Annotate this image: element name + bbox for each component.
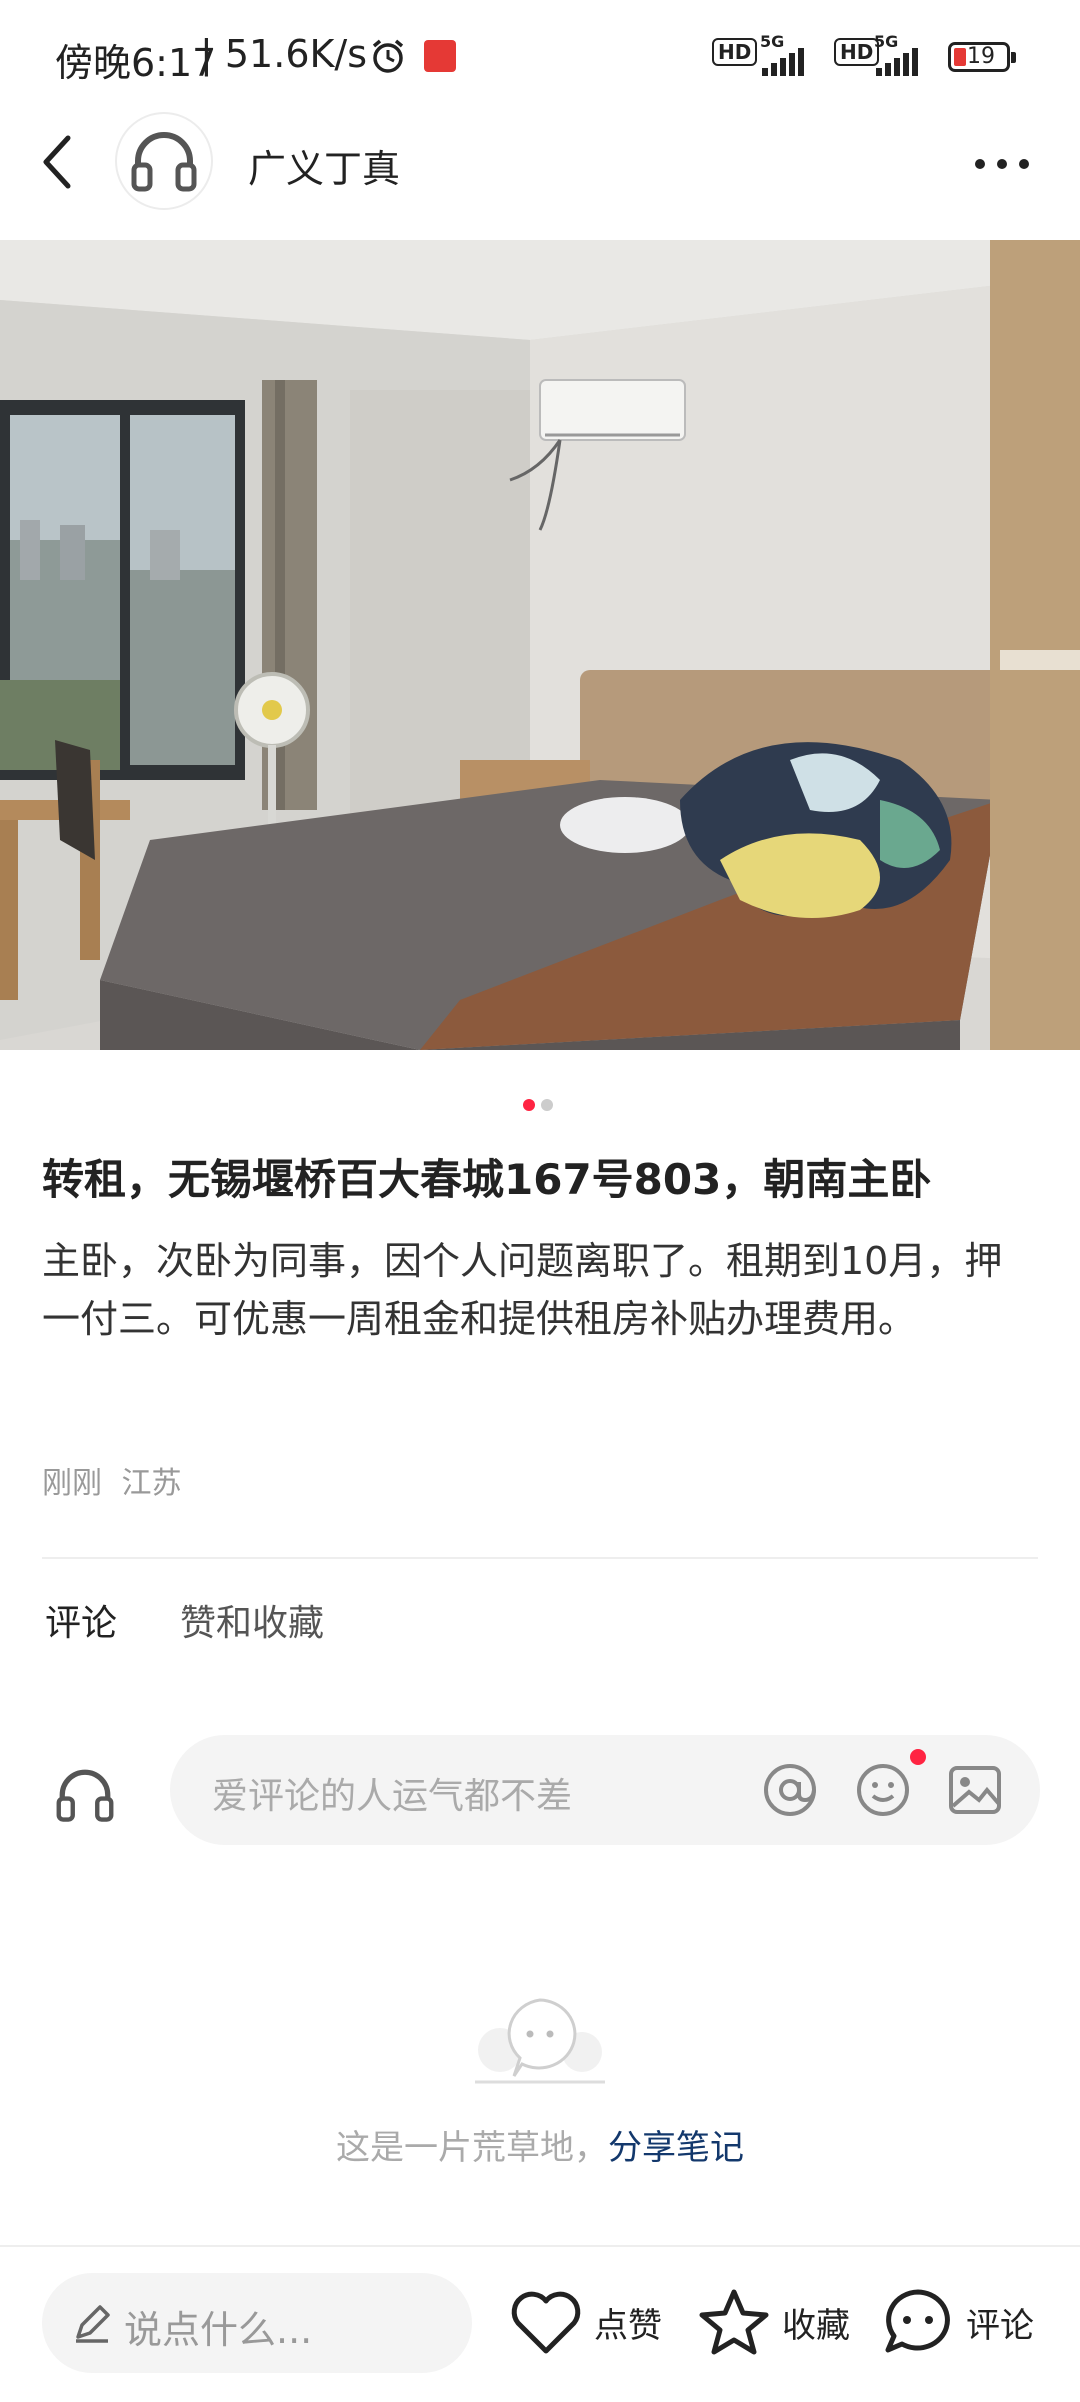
star-icon: [699, 2289, 769, 2355]
status-bar: 傍晚6:17 | 51.6K/s HD 5G HD 5G 19: [0, 0, 1080, 110]
my-avatar: [48, 1758, 122, 1832]
post-location: 江苏: [121, 1466, 182, 1501]
note-meta: 刚刚 江苏: [42, 1458, 182, 1502]
author-name[interactable]: 广义丁真: [248, 138, 400, 193]
network-speed: | 51.6K/s: [200, 32, 368, 76]
status-time: 傍晚6:17: [55, 41, 217, 85]
say-placeholder: 说点什么...: [124, 2308, 313, 2352]
more-options-icon[interactable]: [974, 156, 1030, 172]
alarm-icon: [372, 39, 404, 73]
like-label: 点赞: [594, 2305, 662, 2346]
app-notification-icon: [424, 40, 456, 72]
note-photo[interactable]: [0, 240, 1080, 1050]
author-avatar[interactable]: [115, 112, 213, 210]
tab-likes-collects[interactable]: 赞和收藏: [180, 1594, 324, 1646]
mention-icon[interactable]: [760, 1760, 820, 1820]
battery-icon: 19: [948, 42, 1016, 72]
new-badge-dot: [910, 1749, 926, 1765]
headphones-icon: [131, 132, 197, 192]
signal-icon: [762, 48, 804, 76]
empty-comment-icon: [475, 1998, 605, 2084]
divider: [42, 1557, 1038, 1559]
headphones-icon: [56, 1769, 114, 1822]
emoji-icon[interactable]: [853, 1760, 913, 1820]
say-something-input[interactable]: 说点什么...: [42, 2273, 472, 2373]
comment-button[interactable]: 评论: [880, 2282, 1034, 2362]
pencil-icon: [76, 2305, 110, 2343]
tab-comments[interactable]: 评论: [45, 1594, 117, 1646]
comment-label: 评论: [966, 2305, 1034, 2346]
carousel-dot-active: [523, 1099, 535, 1111]
share-note-link[interactable]: 分享笔记: [608, 2128, 744, 2168]
comment-input[interactable]: 爱评论的人运气都不差: [170, 1735, 1040, 1845]
carousel-indicator: [523, 1099, 553, 1111]
back-button[interactable]: [36, 132, 76, 192]
like-button[interactable]: 点赞: [508, 2282, 662, 2362]
image-icon[interactable]: [945, 1760, 1005, 1820]
note-title: 转租，无锡堰桥百大春城167号803，朝南主卧: [42, 1155, 932, 1204]
collect-button[interactable]: 收藏: [696, 2282, 850, 2362]
comment-icon: [885, 2289, 950, 2353]
empty-state-text: 这是一片荒草地，分享笔记: [336, 2128, 744, 2168]
hd-badge: HD: [712, 38, 758, 66]
post-time: 刚刚: [42, 1466, 102, 1501]
signal-icon: [876, 48, 918, 76]
carousel-dot: [541, 1099, 553, 1111]
comment-placeholder: 爱评论的人运气都不差: [212, 1776, 573, 1817]
note-body: 主卧，次卧为同事，因个人问题离职了。租期到10月，押一付三。可优惠一周租金和提供…: [42, 1239, 1003, 1341]
heart-icon: [511, 2291, 581, 2354]
hd-badge: HD: [834, 38, 880, 66]
collect-label: 收藏: [782, 2305, 850, 2346]
